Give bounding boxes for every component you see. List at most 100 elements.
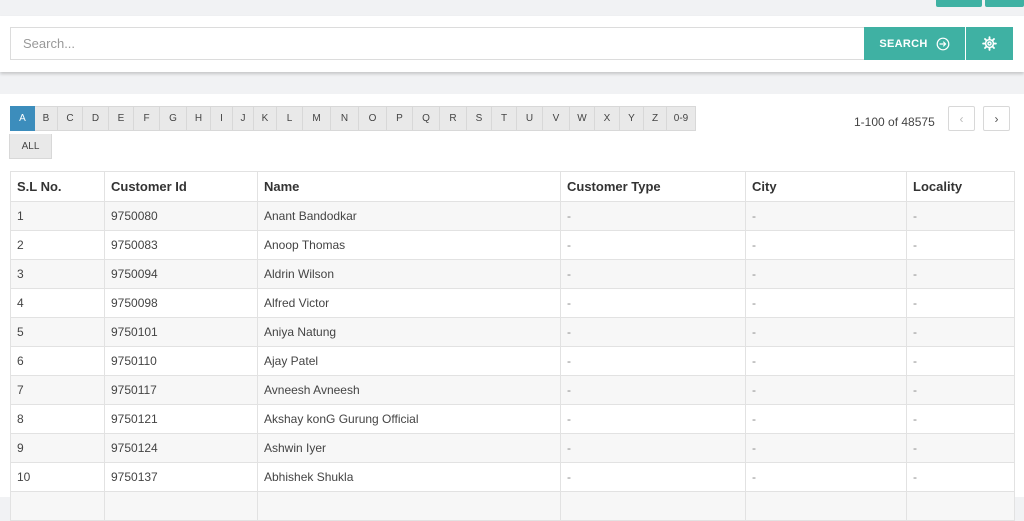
alphabet-letter-d[interactable]: D [83,106,109,131]
alphabet-letter-u[interactable]: U [517,106,543,131]
cell-customer-type: - [560,288,746,318]
table-row[interactable]: 5 9750101 Aniya Natung - - - [10,317,1015,347]
cell-locality: - [906,346,1015,376]
cell-customer-type: - [560,375,746,405]
previous-page-button[interactable]: ‹ [948,106,975,131]
alphabet-all-button[interactable]: ALL [9,134,52,159]
cell-locality: - [906,462,1015,492]
cell-locality: - [906,259,1015,289]
cell-customer-id: 9750083 [104,230,258,260]
cell-sl-no [10,491,105,521]
alphabet-letter-g[interactable]: G [160,106,187,131]
header-sl-no[interactable]: S.L No. [10,171,105,202]
settings-button[interactable] [966,27,1013,60]
cell-city: - [745,346,907,376]
header-locality[interactable]: Locality [906,171,1015,202]
cell-customer-id: 9750117 [104,375,258,405]
table-row[interactable]: 8 9750121 Akshay konG Gurung Official - - - [10,404,1015,434]
alphabet-letter-s[interactable]: S [467,106,492,131]
cell-sl-no: 4 [10,288,105,318]
next-page-button[interactable]: › [983,106,1010,131]
cell-customer-id [104,491,258,521]
alphabet-letter-j[interactable]: J [233,106,254,131]
header-customer-type[interactable]: Customer Type [560,171,746,202]
cell-city: - [745,375,907,405]
cell-city: - [745,288,907,318]
alphabet-letter-o[interactable]: O [359,106,387,131]
alphabet-letter-p[interactable]: P [387,106,413,131]
cell-city: - [745,259,907,289]
alphabet-letter-a[interactable]: A [10,106,35,131]
cell-locality: - [906,317,1015,347]
arrow-circle-right-icon [936,37,950,50]
header-name[interactable]: Name [257,171,561,202]
cell-customer-type: - [560,346,746,376]
cell-name: Alfred Victor [257,288,561,318]
alphabet-letter-b[interactable]: B [35,106,58,131]
cell-locality [906,491,1015,521]
table-header-row: S.L No. Customer Id Name Customer Type C… [10,171,1015,202]
alphabet-letter-0-9[interactable]: 0-9 [667,106,696,131]
customers-table: S.L No. Customer Id Name Customer Type C… [10,171,1015,521]
cell-locality: - [906,288,1015,318]
table-row[interactable]: 4 9750098 Alfred Victor - - - [10,288,1015,318]
alphabet-letter-e[interactable]: E [109,106,134,131]
cell-customer-type: - [560,462,746,492]
alphabet-letter-z[interactable]: Z [644,106,667,131]
search-input[interactable] [10,27,864,60]
table-row[interactable] [10,491,1015,521]
pagination-range: 1-100 of 48575 [854,115,935,129]
cell-sl-no: 7 [10,375,105,405]
alphabet-letter-i[interactable]: I [211,106,233,131]
cell-customer-type: - [560,259,746,289]
alphabet-letter-y[interactable]: Y [620,106,644,131]
cell-name: Ajay Patel [257,346,561,376]
table-row[interactable]: 7 9750117 Avneesh Avneesh - - - [10,375,1015,405]
alphabet-letter-w[interactable]: W [570,106,595,131]
cell-city: - [745,462,907,492]
cell-customer-id: 9750121 [104,404,258,434]
table-row[interactable]: 1 9750080 Anant Bandodkar - - - [10,201,1015,231]
cell-name: Ashwin Iyer [257,433,561,463]
table-row[interactable]: 9 9750124 Ashwin Iyer - - - [10,433,1015,463]
cell-customer-id: 9750110 [104,346,258,376]
cell-city: - [745,404,907,434]
alphabet-letter-n[interactable]: N [331,106,359,131]
cell-customer-id: 9750124 [104,433,258,463]
alphabet-letter-q[interactable]: Q [413,106,440,131]
table-row[interactable]: 3 9750094 Aldrin Wilson - - - [10,259,1015,289]
cell-name: Anant Bandodkar [257,201,561,231]
chevron-left-icon: ‹ [959,111,964,126]
cell-locality: - [906,201,1015,231]
alphabet-letter-l[interactable]: L [277,106,303,131]
cell-locality: - [906,433,1015,463]
cell-customer-type: - [560,230,746,260]
alphabet-letter-v[interactable]: V [543,106,570,131]
top-strip [0,0,1024,8]
cell-sl-no: 8 [10,404,105,434]
cell-customer-id: 9750080 [104,201,258,231]
cell-name [257,491,561,521]
table-row[interactable]: 6 9750110 Ajay Patel - - - [10,346,1015,376]
alphabet-letter-r[interactable]: R [440,106,467,131]
table-row[interactable]: 10 9750137 Abhishek Shukla - - - [10,462,1015,492]
search-button[interactable]: SEARCH [864,27,965,60]
alphabet-letter-k[interactable]: K [254,106,277,131]
header-customer-id[interactable]: Customer Id [104,171,258,202]
toolbar-button-stub[interactable] [936,0,982,7]
cell-customer-type [560,491,746,521]
cell-city: - [745,201,907,231]
cell-customer-type: - [560,317,746,347]
header-city[interactable]: City [745,171,907,202]
alphabet-letter-t[interactable]: T [492,106,517,131]
alphabet-letter-c[interactable]: C [58,106,83,131]
cell-customer-id: 9750137 [104,462,258,492]
alphabet-letter-f[interactable]: F [134,106,160,131]
alphabet-letter-x[interactable]: X [595,106,620,131]
table-row[interactable]: 2 9750083 Anoop Thomas - - - [10,230,1015,260]
alphabet-letter-h[interactable]: H [187,106,211,131]
cell-customer-type: - [560,433,746,463]
cell-customer-id: 9750098 [104,288,258,318]
alphabet-letter-m[interactable]: M [303,106,331,131]
toolbar-button-stub[interactable] [985,0,1024,7]
